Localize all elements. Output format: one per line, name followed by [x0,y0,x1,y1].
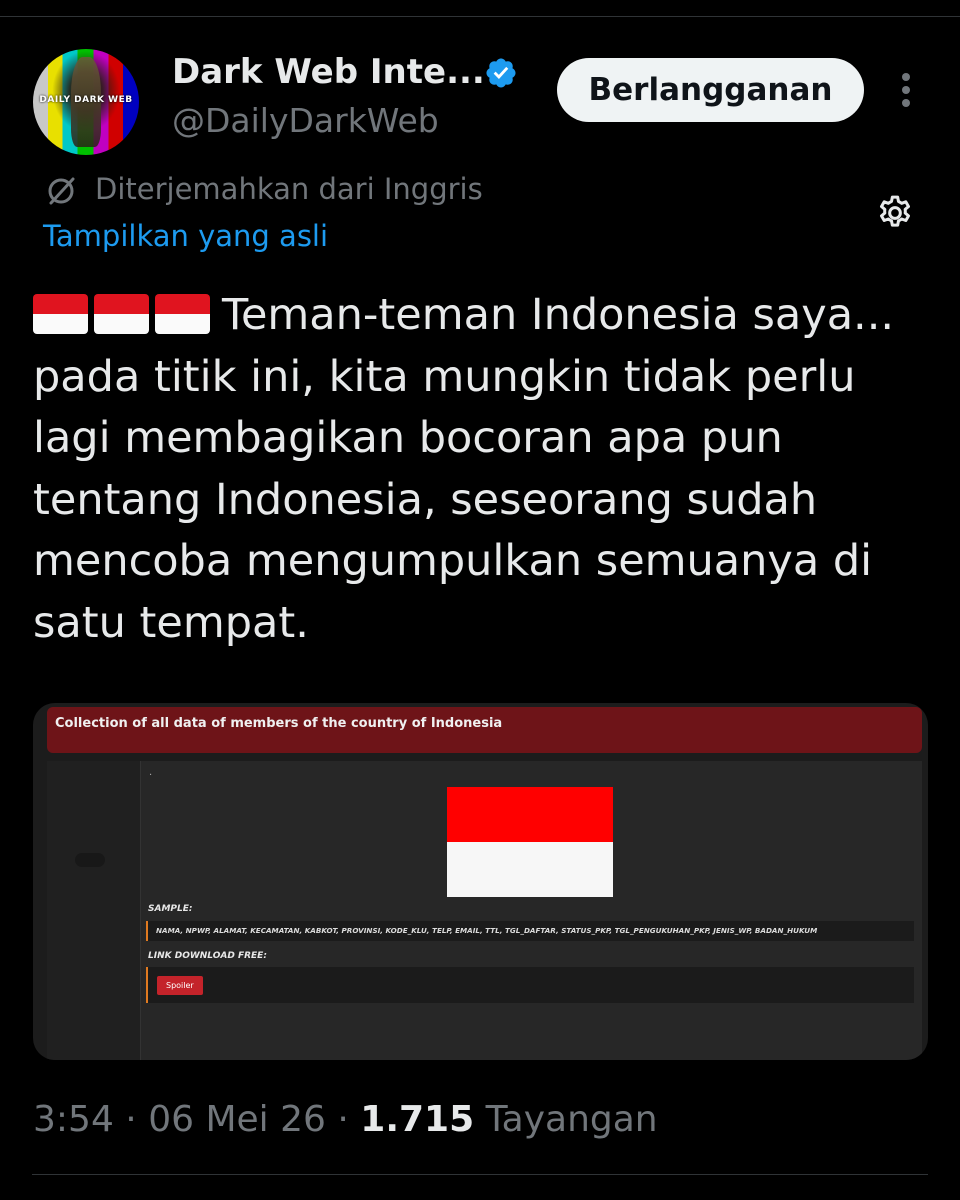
avatar[interactable]: DAILY DARK WEB [33,49,139,155]
media-header-title: Collection of all data of members of the… [47,707,922,753]
download-label: LINK DOWNLOAD FREE: [148,951,267,961]
views-label: Tayangan [485,1099,658,1140]
media-content: . SAMPLE: NAMA, NPWP, ALAMAT, KECAMATAN,… [140,761,922,1060]
indonesia-flag-image [447,787,613,897]
flag-red-stripe [447,787,613,842]
translate-icon [48,177,75,205]
tweet-meta: 3:54 · 06 Mei 26 · 1.715 Tayangan [33,1099,658,1140]
avatar-label: DAILY DARK WEB [39,95,133,105]
indonesia-flag-emojis [33,294,210,334]
sample-label: SAMPLE: [148,904,193,914]
tweet-media-image[interactable]: Collection of all data of members of the… [33,703,928,1060]
tweet-date[interactable]: 06 Mei 26 [148,1099,326,1140]
sample-fields: NAMA, NPWP, ALAMAT, KECAMATAN, KABKOT, P… [146,921,914,941]
media-dot: . [149,767,153,778]
views-count: 1.715 [360,1099,475,1140]
indonesia-flag-emoji [155,294,210,334]
media-sidebar-avatar [75,853,105,867]
top-divider [0,16,960,17]
gear-icon[interactable] [875,193,915,233]
more-options-icon[interactable] [893,70,919,110]
subscribe-button[interactable]: Berlangganan [557,58,864,122]
flag-white-stripe [447,842,613,897]
indonesia-flag-emoji [94,294,149,334]
download-box: Spoiler [146,967,914,1003]
bottom-divider [32,1174,928,1175]
media-sidebar [47,761,142,1060]
tweet-time[interactable]: 3:54 [33,1099,114,1140]
author-name[interactable]: Dark Web Inte... [172,52,485,92]
meta-separator: · [337,1099,349,1140]
meta-separator: · [125,1099,137,1140]
spoiler-button[interactable]: Spoiler [157,976,203,995]
author-handle[interactable]: @DailyDarkWeb [172,101,439,140]
tweet-text-content: Teman-teman Indonesia saya... pada titik… [33,290,895,648]
verified-badge-icon[interactable] [484,56,518,90]
show-original-link[interactable]: Tampilkan yang asli [43,219,328,253]
tweet-text: Teman-teman Indonesia saya... pada titik… [33,285,933,654]
translation-notice: Diterjemahkan dari Inggris [95,172,483,206]
indonesia-flag-emoji [33,294,88,334]
